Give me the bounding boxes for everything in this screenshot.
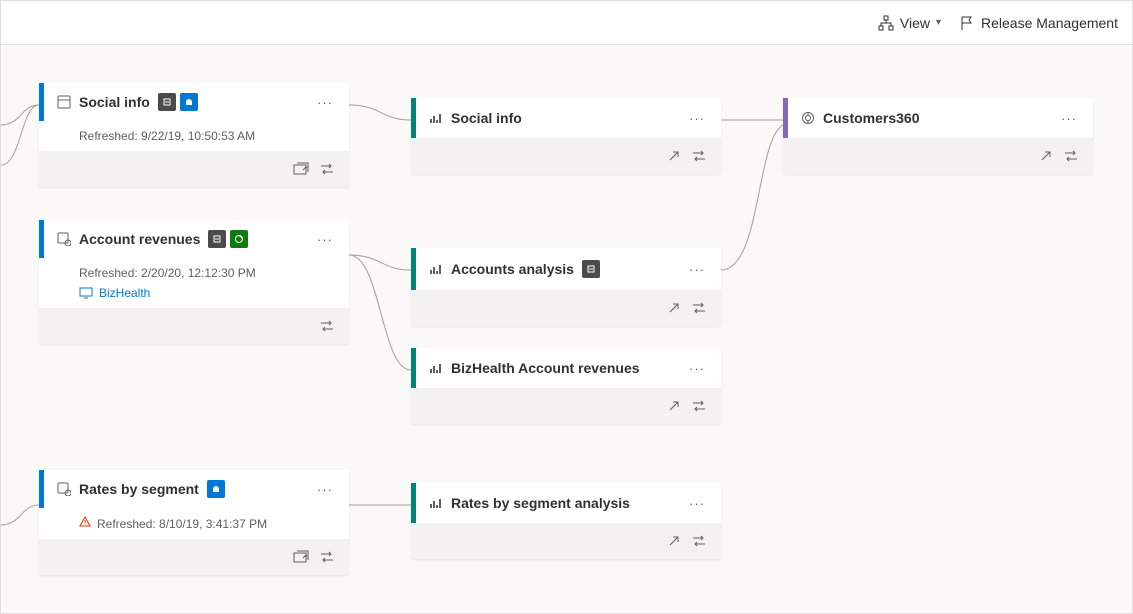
workspace-link[interactable]: BizHealth (79, 286, 337, 300)
open-icon[interactable] (667, 301, 681, 315)
node-title: Social info (451, 110, 522, 126)
dataset-account-revenues[interactable]: Account revenues ··· Refreshed: 2/20/20,… (39, 220, 349, 344)
dataflow-icon[interactable] (293, 549, 309, 565)
endorsement-badge-icon (208, 230, 226, 248)
swap-icon[interactable] (691, 300, 707, 316)
open-icon[interactable] (1039, 149, 1053, 163)
refreshed-text: Refreshed: 2/20/20, 12:12:30 PM (79, 266, 337, 280)
swap-icon[interactable] (1063, 148, 1079, 164)
more-options-button[interactable]: ··· (1057, 111, 1081, 126)
app-icon (801, 111, 815, 125)
open-icon[interactable] (667, 534, 681, 548)
refreshed-text: Refreshed: 8/10/19, 3:41:37 PM (97, 517, 267, 531)
more-options-button[interactable]: ··· (313, 232, 337, 247)
more-options-button[interactable]: ··· (685, 496, 709, 511)
swap-icon[interactable] (691, 148, 707, 164)
dataset-rates-by-segment[interactable]: Rates by segment ··· Refreshed: 8/10/19,… (39, 470, 349, 575)
top-toolbar: View ▾ Release Management (1, 1, 1132, 45)
node-title: Rates by segment analysis (451, 495, 630, 511)
chevron-down-icon: ▾ (936, 17, 941, 28)
node-title: Account revenues (79, 231, 200, 247)
dataset-shared-icon (57, 482, 71, 496)
open-icon[interactable] (667, 399, 681, 413)
more-options-button[interactable]: ··· (313, 482, 337, 497)
report-rates-by-segment-analysis[interactable]: Rates by segment analysis ··· (411, 483, 721, 559)
report-icon (429, 496, 443, 510)
more-options-button[interactable]: ··· (685, 361, 709, 376)
dataset-shared-icon (57, 232, 71, 246)
hierarchy-icon (878, 15, 894, 31)
node-title: Rates by segment (79, 481, 199, 497)
swap-icon[interactable] (319, 549, 335, 565)
report-bizhealth-account-revenues[interactable]: BizHealth Account revenues ··· (411, 348, 721, 424)
certified-badge-icon (230, 230, 248, 248)
report-social-info[interactable]: Social info ··· (411, 98, 721, 174)
release-label: Release Management (981, 15, 1118, 31)
more-options-button[interactable]: ··· (685, 111, 709, 126)
warning-icon (79, 516, 91, 531)
dataset-social-info[interactable]: Social info ··· Refreshed: 9/22/19, 10:5… (39, 83, 349, 187)
sensitivity-badge-icon (180, 93, 198, 111)
swap-icon[interactable] (319, 161, 335, 177)
view-dropdown[interactable]: View ▾ (878, 15, 941, 31)
flag-icon (959, 15, 975, 31)
view-label: View (900, 15, 930, 31)
node-title: Social info (79, 94, 150, 110)
refreshed-text: Refreshed: 9/22/19, 10:50:53 AM (79, 129, 255, 143)
sensitivity-badge-icon (207, 480, 225, 498)
report-icon (429, 262, 443, 276)
swap-icon[interactable] (691, 533, 707, 549)
app-customers360[interactable]: Customers360 ··· (783, 98, 1093, 174)
dataflow-icon[interactable] (293, 161, 309, 177)
report-icon (429, 361, 443, 375)
open-icon[interactable] (667, 149, 681, 163)
report-icon (429, 111, 443, 125)
endorsement-badge-icon (582, 260, 600, 278)
swap-icon[interactable] (319, 318, 335, 334)
report-accounts-analysis[interactable]: Accounts analysis ··· (411, 248, 721, 326)
lineage-canvas: Social info ··· Refreshed: 9/22/19, 10:5… (1, 45, 1132, 613)
more-options-button[interactable]: ··· (685, 262, 709, 277)
endorsement-badge-icon (158, 93, 176, 111)
node-title: BizHealth Account revenues (451, 360, 640, 376)
node-title: Accounts analysis (451, 261, 574, 277)
swap-icon[interactable] (691, 398, 707, 414)
node-title: Customers360 (823, 110, 920, 126)
dataset-icon (57, 95, 71, 109)
more-options-button[interactable]: ··· (313, 95, 337, 110)
release-management-button[interactable]: Release Management (959, 15, 1118, 31)
